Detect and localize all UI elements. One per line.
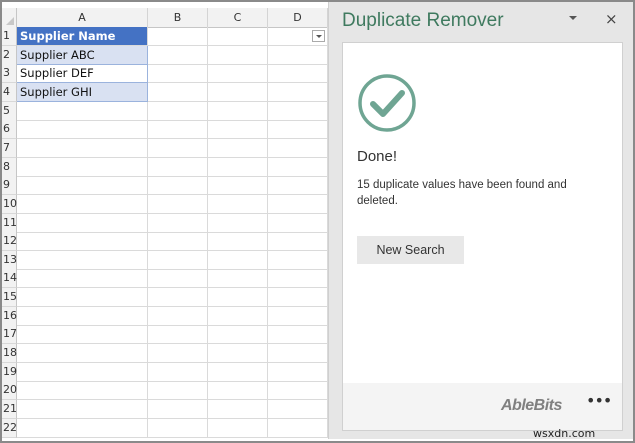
watermark: wsxdn.com — [533, 427, 596, 440]
window-border — [0, 0, 635, 443]
